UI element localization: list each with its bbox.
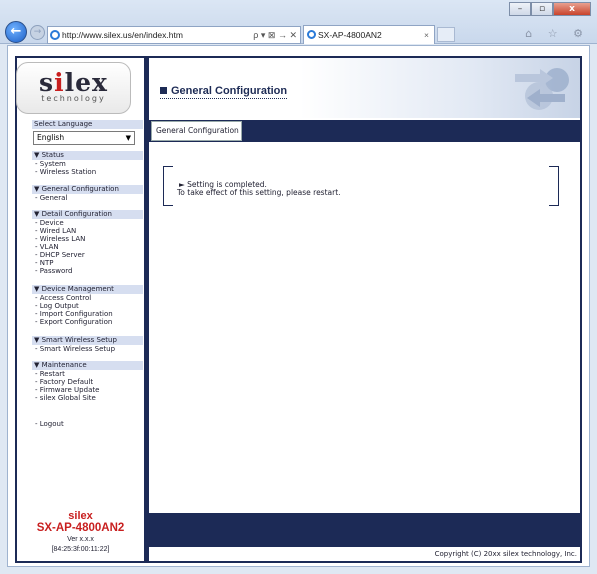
language-label: Select Language [32, 120, 143, 129]
tab-general-configuration[interactable]: General Configuration [151, 121, 242, 141]
product-info: silex SX-AP-4800AN2 Ver x.x.x [84:25:3f:… [17, 510, 144, 554]
logo-rest: lex [64, 68, 108, 97]
menu-item-smart-wireless-setup[interactable]: - Smart Wireless Setup [32, 345, 143, 353]
menu-header-general-config[interactable]: ▼ General Configuration [32, 185, 143, 194]
menu-header-device-management[interactable]: ▼ Device Management [32, 285, 143, 294]
page-title: General Configuration [160, 85, 288, 99]
menu-item-logout[interactable]: - Logout [32, 420, 143, 428]
menu-header-detail-config[interactable]: ▼ Detail Configuration [32, 210, 143, 219]
window-controls: – ▫ x [509, 2, 591, 16]
menu-item-silex-global-site[interactable]: - silex Global Site [32, 394, 143, 402]
page-title-text: General Configuration [171, 85, 288, 97]
silex-logo: silex technology [16, 62, 131, 114]
menu-item-wireless-station[interactable]: - Wireless Station [32, 168, 143, 176]
logo-tagline: technology [41, 94, 106, 103]
footer-bar [149, 513, 580, 547]
menu-item-firmware-update[interactable]: - Firmware Update [32, 386, 143, 394]
menu-header-maintenance[interactable]: ▼ Maintenance [32, 361, 143, 370]
menu-item-restart[interactable]: - Restart [32, 370, 143, 378]
menu-item-access-control[interactable]: - Access Control [32, 294, 143, 302]
back-button[interactable]: ← [5, 21, 27, 43]
bracket-left [163, 166, 173, 206]
menu-item-device[interactable]: - Device [32, 219, 143, 227]
menu-item-vlan[interactable]: - VLAN [32, 243, 143, 251]
maximize-button[interactable]: ▫ [531, 2, 553, 16]
menu-header-status[interactable]: ▼ Status [32, 151, 143, 160]
menu-item-import-config[interactable]: - Import Configuration [32, 310, 143, 318]
menu-group-general-config: ▼ General Configuration - General [32, 185, 143, 202]
ie-icon [50, 30, 60, 40]
language-select[interactable]: English ▼ [33, 131, 135, 145]
logo-s: s [39, 68, 55, 97]
menu-item-factory-default[interactable]: - Factory Default [32, 378, 143, 386]
menu-item-system[interactable]: - System [32, 160, 143, 168]
arrows-graphic-icon [515, 68, 569, 110]
tab-close-icon[interactable]: × [424, 26, 429, 44]
message-line-2: To take effect of this setting, please r… [177, 188, 341, 197]
bracket-right [549, 166, 559, 206]
menu-item-ntp[interactable]: - NTP [32, 259, 143, 267]
chevron-down-icon: ▼ [125, 134, 131, 142]
menu-group-detail-config: ▼ Detail Configuration - Device - Wired … [32, 210, 143, 275]
address-tools[interactable]: ρ ▾ ⊠ → ✕ [253, 27, 297, 43]
brand-model: SX-AP-4800AN2 [36, 522, 125, 534]
status-message-box: ► Setting is completed. To take effect o… [163, 166, 559, 206]
menu-item-wireless-lan[interactable]: - Wireless LAN [32, 235, 143, 243]
copyright: Copyright (C) 20xx silex technology, Inc… [149, 547, 580, 561]
menu-group-status: ▼ Status - System - Wireless Station [32, 151, 143, 176]
tab-title: SX-AP-4800AN2 [318, 30, 382, 40]
brand-version: Ver x.x.x [67, 536, 94, 543]
address-url: http://www.silex.us/en/index.htm [62, 30, 183, 40]
menu-item-wired-lan[interactable]: - Wired LAN [32, 227, 143, 235]
language-value: English [37, 133, 65, 142]
browser-chrome: – ▫ x ← → http://www.silex.us/en/index.h… [0, 0, 597, 44]
address-bar[interactable]: http://www.silex.us/en/index.htm ρ ▾ ⊠ →… [47, 26, 301, 44]
logo-i: i [54, 68, 65, 97]
menu-group-device-management: ▼ Device Management - Access Control - L… [32, 285, 143, 326]
brand-company: silex [68, 510, 93, 522]
minimize-button[interactable]: – [509, 2, 531, 16]
title-bullet-icon [160, 87, 167, 94]
menu-group-maintenance: ▼ Maintenance - Restart - Factory Defaul… [32, 361, 143, 402]
menu-group-smart-wireless: ▼ Smart Wireless Setup - Smart Wireless … [32, 336, 143, 353]
forward-button[interactable]: → [30, 25, 45, 40]
menu-item-general[interactable]: - General [32, 194, 143, 202]
menu-item-dhcp-server[interactable]: - DHCP Server [32, 251, 143, 259]
browser-tab[interactable]: SX-AP-4800AN2 × [303, 25, 435, 44]
menu-item-log-output[interactable]: - Log Output [32, 302, 143, 310]
menu-item-password[interactable]: - Password [32, 267, 143, 275]
menu-item-export-config[interactable]: - Export Configuration [32, 318, 143, 326]
close-window-button[interactable]: x [553, 2, 591, 16]
ie-tab-icon [307, 30, 316, 39]
menu-header-smart-wireless[interactable]: ▼ Smart Wireless Setup [32, 336, 143, 345]
brand-mac: [84:25:3f:00:11:22] [51, 546, 110, 553]
toolbar-icons[interactable]: ⌂ ☆ ⚙ [525, 27, 589, 40]
new-tab-button[interactable] [437, 27, 455, 42]
menu-logout-group: - Logout [32, 420, 143, 428]
